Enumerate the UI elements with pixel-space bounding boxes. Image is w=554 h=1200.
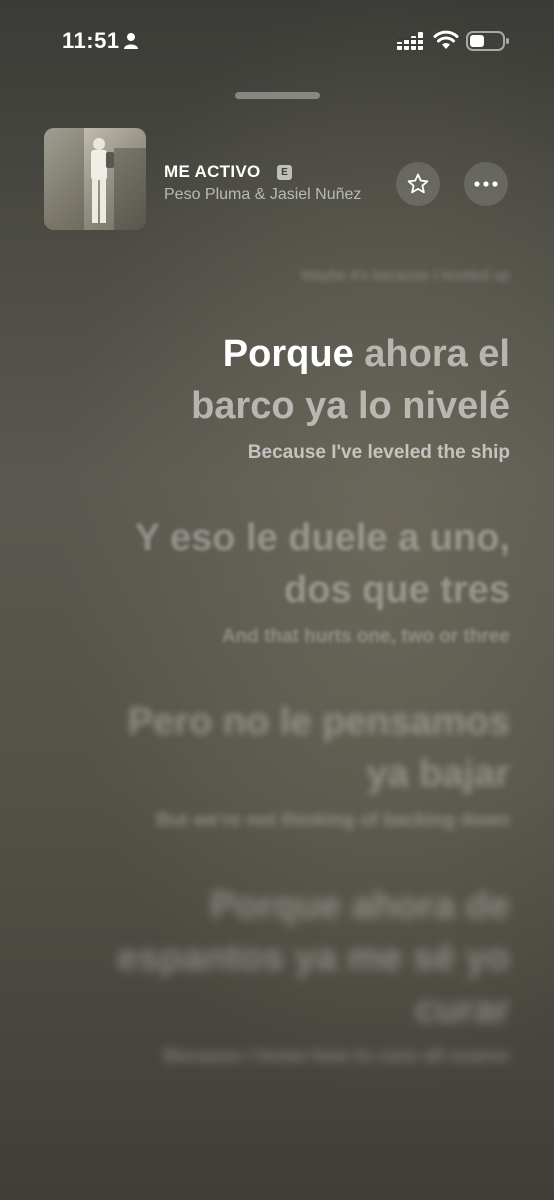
lyric-block[interactable]: Porque ahora de espantos ya me sé yo cur…: [110, 880, 510, 1070]
lyrics-view[interactable]: Maybe it's because I leveled up Porque a…: [110, 255, 510, 1070]
lyric-translation: But we're not thinking of backing down: [156, 810, 510, 831]
favorite-button[interactable]: [396, 162, 440, 206]
wifi-icon: [433, 30, 459, 49]
album-artwork[interactable]: [44, 128, 146, 230]
cellular-signal-icon: [397, 32, 423, 50]
ellipsis-icon: [474, 181, 498, 187]
star-icon: [407, 173, 429, 194]
song-title[interactable]: ME ACTIVO: [164, 162, 261, 182]
lyric-line: Y eso le duele a uno, dos que tres: [134, 517, 510, 611]
lyric-block[interactable]: Y eso le duele a uno, dos que tres And t…: [110, 512, 510, 650]
status-time: 11:51: [62, 28, 120, 53]
lyric-translation: Because I know how to cure all scares: [163, 1046, 510, 1067]
current-lyric-sung: Porque: [222, 333, 354, 375]
current-lyric-translation: Because I've leveled the ship: [247, 442, 510, 463]
lyric-block[interactable]: Pero no le pensamos ya bajar But we're n…: [110, 696, 510, 834]
sheet-grabber[interactable]: [235, 92, 320, 99]
person-icon: [124, 33, 138, 49]
more-options-button[interactable]: [464, 162, 508, 206]
previous-lyric-translation[interactable]: Maybe it's because I leveled up: [110, 267, 510, 284]
lyric-line: Pero no le pensamos ya bajar: [127, 701, 510, 795]
battery-icon: [466, 31, 509, 51]
status-bar: 11:51: [0, 0, 554, 80]
current-lyric-line[interactable]: Porque ahora el barco ya lo nivelé: [110, 328, 510, 432]
lyric-line: Porque ahora de espantos ya me sé yo cur…: [117, 885, 510, 1031]
song-artist[interactable]: Peso Pluma & Jasiel Nuñez: [164, 186, 361, 204]
explicit-badge: E: [277, 165, 292, 180]
lyric-translation: And that hurts one, two or three: [221, 626, 510, 647]
